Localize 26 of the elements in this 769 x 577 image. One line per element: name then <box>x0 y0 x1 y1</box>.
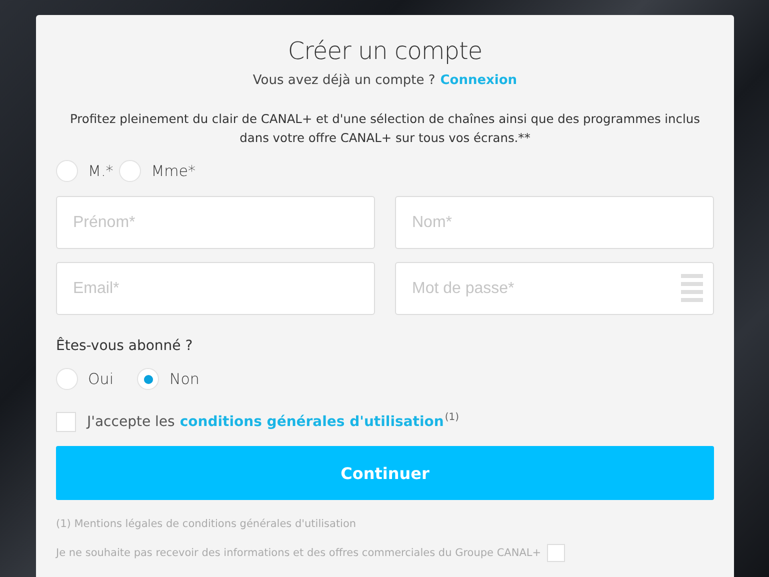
radio-button[interactable] <box>119 160 142 182</box>
checkbox[interactable] <box>56 412 76 432</box>
terms-label: J'accepte les <box>87 414 175 430</box>
menu-icon[interactable] <box>681 274 703 303</box>
input-field[interactable]: Prénom* <box>56 196 375 249</box>
intro-text: Profitez pleinement du clair de CANAL+ et d'une sélection de chaînes ainsi que des programmes inclus dans votre offre CANAL+ sur tous vos écrans.** <box>69 111 701 147</box>
footnote-text: (1) Mentions légales de conditions générales d'utilisation <box>56 518 358 530</box>
radio-label: Mme* <box>151 162 196 180</box>
subscriber-question: Êtes-vous abonné ? <box>56 338 194 354</box>
radio-label: Oui <box>88 370 114 388</box>
terms-link[interactable]: conditions générales d'utilisation <box>180 414 444 430</box>
radio-button[interactable] <box>56 368 78 390</box>
input-field[interactable]: Mot de passe* <box>395 262 714 315</box>
input-field[interactable]: Nom* <box>395 196 714 249</box>
radio-button[interactable] <box>56 160 78 182</box>
footnote-mark: (1) <box>444 412 460 423</box>
radio-button[interactable] <box>137 368 160 390</box>
page-title: Créer un compte <box>286 37 484 65</box>
radio-label: Non <box>169 370 200 388</box>
input-field[interactable]: Email* <box>56 262 375 315</box>
continue-button[interactable]: Continuer <box>56 446 714 500</box>
login-link[interactable]: Connexion <box>440 73 518 88</box>
optout-label: Je ne souhaite pas recevoir des informations et des offres commerciales du Groupe CANAL+ <box>56 547 542 559</box>
checkbox[interactable] <box>547 544 566 562</box>
login-prompt: Vous avez déjà un compte ? <box>252 73 436 88</box>
radio-label: M.* <box>88 162 114 180</box>
